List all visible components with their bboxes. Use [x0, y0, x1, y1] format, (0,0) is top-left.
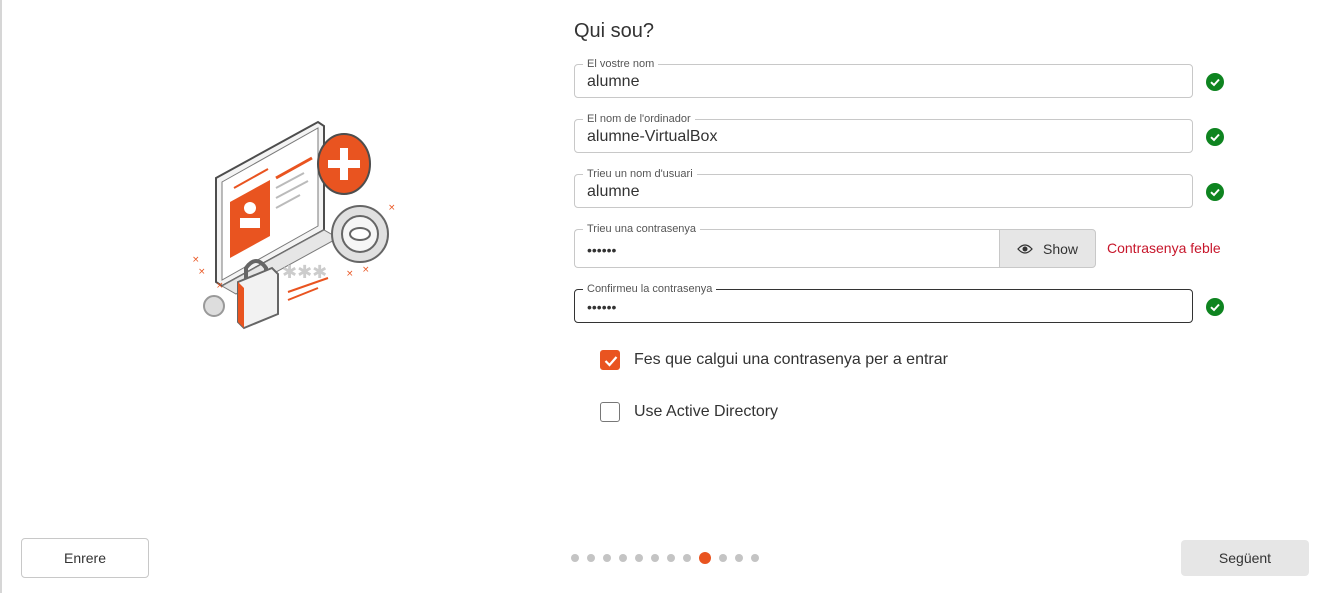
confirm-password-valid-icon — [1206, 298, 1224, 316]
confirm-password-field-value: •••••• — [587, 299, 617, 315]
step-dot — [603, 554, 611, 562]
username-valid-icon — [1206, 183, 1224, 201]
checkmark-icon — [604, 356, 618, 367]
computer-name-field-label: El nom de l'ordinador — [583, 113, 695, 125]
name-field[interactable]: El vostre nom alumne — [574, 58, 1193, 98]
svg-text:×: × — [216, 281, 224, 291]
require-password-option[interactable]: Fes que calgui una contrasenya per a ent… — [600, 350, 948, 370]
computer-name-field-value: alumne-VirtualBox — [587, 128, 718, 145]
require-password-label: Fes que calgui una contrasenya per a ent… — [634, 351, 948, 368]
name-field-label: El vostre nom — [583, 58, 659, 70]
show-password-label: Show — [1042, 240, 1079, 257]
step-dot-current — [699, 552, 711, 564]
active-directory-checkbox[interactable] — [600, 402, 620, 422]
step-dot — [719, 554, 727, 562]
next-button[interactable]: Següent — [1181, 540, 1309, 576]
step-dot — [587, 554, 595, 562]
back-button[interactable]: Enrere — [21, 538, 149, 578]
svg-text:×: × — [346, 269, 354, 279]
svg-text:×: × — [192, 255, 200, 265]
confirm-password-field[interactable]: Confirmeu la contrasenya •••••• — [574, 283, 1193, 323]
install-page: ✱✱✱ × × × × × × Qui sou? El vostre nom alumn… — [0, 0, 1329, 593]
eye-icon — [1017, 243, 1033, 254]
username-field-value: alumne — [587, 183, 640, 200]
password-strength-text: Contrasenya feble — [1107, 240, 1221, 256]
show-password-button[interactable]: Show — [999, 229, 1096, 268]
active-directory-option[interactable]: Use Active Directory — [600, 402, 778, 422]
step-indicator — [571, 552, 759, 564]
name-valid-icon — [1206, 73, 1224, 91]
password-field-value: •••••• — [587, 242, 617, 258]
step-dot — [571, 554, 579, 562]
plus-badge-graphic — [317, 133, 371, 195]
window-edge — [0, 0, 2, 593]
password-field-label: Trieu una contrasenya — [583, 223, 701, 235]
step-dot — [635, 554, 643, 562]
small-gear-graphic — [203, 295, 225, 317]
step-dot — [751, 554, 759, 562]
computer-name-valid-icon — [1206, 128, 1224, 146]
step-dot — [651, 554, 659, 562]
confirm-password-field-label: Confirmeu la contrasenya — [583, 283, 717, 295]
username-field[interactable]: Trieu un nom d'usuari alumne — [574, 168, 1193, 208]
step-dot — [667, 554, 675, 562]
username-field-label: Trieu un nom d'usuari — [583, 168, 697, 180]
require-password-checkbox[interactable] — [600, 350, 620, 370]
password-field[interactable]: Trieu una contrasenya •••••• — [574, 223, 1000, 268]
svg-text:×: × — [198, 267, 206, 277]
step-dot — [735, 554, 743, 562]
step-dot — [683, 554, 691, 562]
page-title: Qui sou? — [574, 20, 655, 42]
security-illustration: ✱✱✱ ××× ××× — [192, 120, 396, 330]
svg-text:×: × — [362, 265, 370, 275]
name-field-value: alumne — [587, 73, 640, 90]
gear-graphic — [331, 205, 389, 263]
step-dot — [619, 554, 627, 562]
svg-text:×: × — [388, 203, 396, 213]
active-directory-label: Use Active Directory — [634, 403, 779, 420]
computer-name-field[interactable]: El nom de l'ordinador alumne-VirtualBox — [574, 113, 1193, 153]
